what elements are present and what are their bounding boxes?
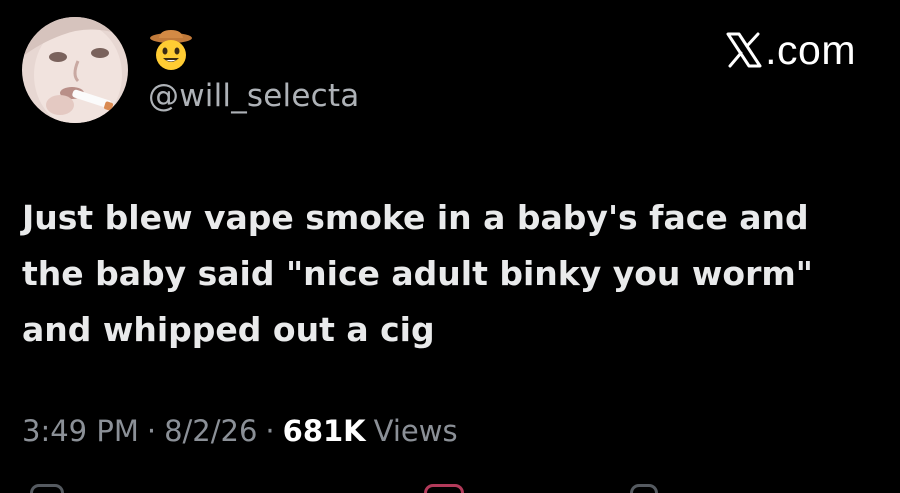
reply-icon[interactable]	[30, 484, 64, 493]
x-logo-icon	[726, 32, 762, 68]
tweet-meta: 3:49 PM · 8/2/26 · 681K Views	[22, 414, 458, 448]
share-icon[interactable]	[630, 484, 658, 493]
views-count: 681K	[282, 414, 366, 448]
avatar-image	[22, 17, 128, 123]
tweet-time[interactable]: 3:49 PM	[22, 414, 139, 448]
meta-separator: ·	[146, 414, 157, 448]
cowboy-hat-face-icon	[148, 30, 194, 72]
tweet-text: Just blew vape smoke in a baby's face an…	[22, 198, 813, 349]
tweet-date[interactable]: 8/2/26	[164, 414, 257, 448]
author-handle[interactable]: @will_selecta	[148, 78, 359, 114]
action-bar	[0, 484, 900, 493]
like-icon[interactable]	[424, 484, 464, 493]
avatar[interactable]	[22, 17, 128, 123]
meta-separator: ·	[265, 414, 275, 448]
views-label: Views	[373, 414, 458, 448]
x-domain: .com	[765, 26, 856, 73]
x-brand[interactable]: .com	[725, 26, 856, 73]
